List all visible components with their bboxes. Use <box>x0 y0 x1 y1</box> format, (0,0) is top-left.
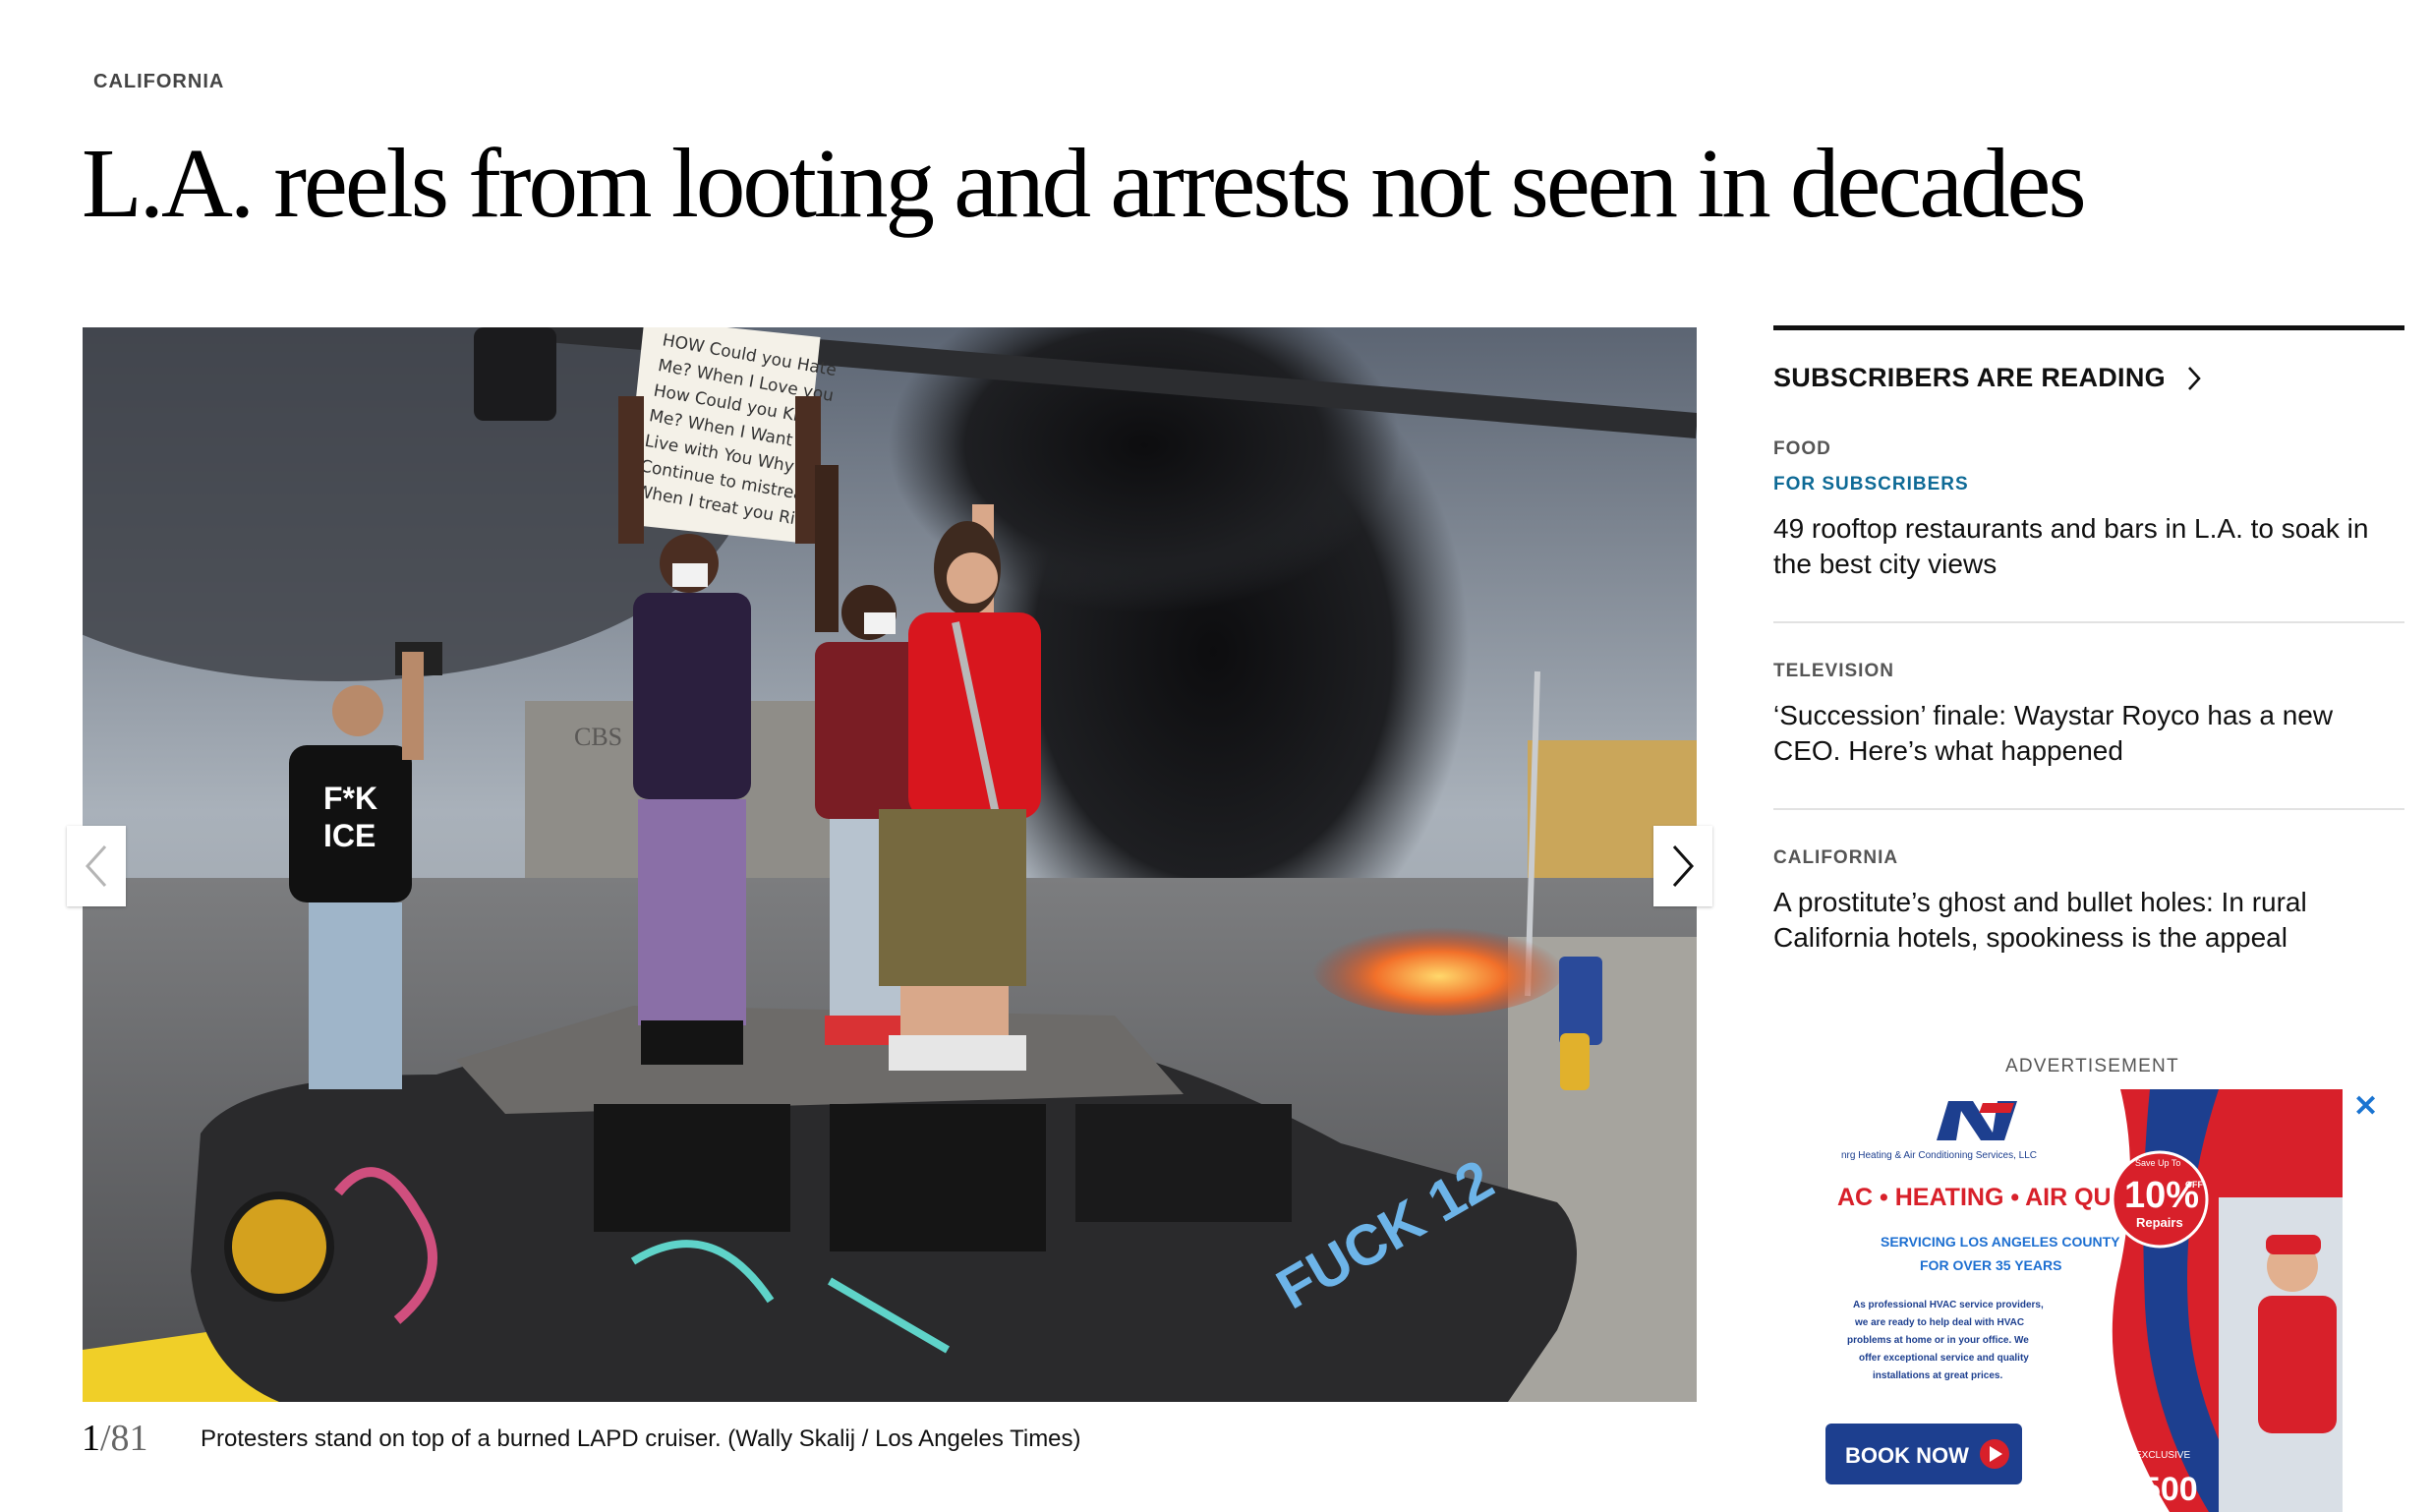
dashiki <box>633 593 751 799</box>
ad-exclusive-value: $500 <box>2123 1471 2198 1508</box>
section-label[interactable]: CALIFORNIA <box>93 71 224 93</box>
head <box>947 552 998 604</box>
advertisement-banner[interactable]: nrg Heating & Air Conditioning Services,… <box>1796 1089 2343 1512</box>
car-window-rear <box>830 1104 1046 1251</box>
gallery-next-button[interactable] <box>1653 826 1712 906</box>
story-kicker[interactable]: CALIFORNIA <box>1773 847 2404 869</box>
nrg-logo-accent <box>1979 1103 2014 1113</box>
mask <box>864 612 896 634</box>
ad-cta: BOOK NOW <box>1845 1443 1969 1468</box>
cbs-building-sign: CBS <box>574 723 622 751</box>
head <box>332 685 383 736</box>
camo-pants <box>638 799 746 1025</box>
story-title[interactable]: A prostitute’s ghost and bullet holes: I… <box>1773 885 2404 956</box>
story-item-succession[interactable]: TELEVISION ‘Succession’ finale: Waystar … <box>1773 661 2404 810</box>
story-title[interactable]: ‘Succession’ finale: Waystar Royco has a… <box>1773 698 2404 769</box>
gallery-current: 1 <box>82 1418 100 1459</box>
ad-exclusive: EXCLUSIVE <box>2135 1450 2190 1461</box>
car-fire <box>1311 917 1567 1016</box>
gallery-prev-button[interactable] <box>67 826 126 906</box>
traffic-light <box>474 327 556 421</box>
chevron-right-icon <box>2187 366 2201 390</box>
mask <box>672 563 708 587</box>
story-badge: FOR SUBSCRIBERS <box>1773 474 1969 494</box>
story-item-haunted-hotels[interactable]: CALIFORNIA A prostitute’s ghost and bull… <box>1773 847 2404 995</box>
nrg-ad-creative: nrg Heating & Air Conditioning Services,… <box>1796 1089 2343 1512</box>
dashiki <box>815 642 923 819</box>
gallery-total: /81 <box>100 1418 148 1459</box>
ad-company: nrg Heating & Air Conditioning Services,… <box>1841 1150 2037 1161</box>
ad-subhead-1: SERVICING LOS ANGELES COUNTY <box>1881 1234 2120 1250</box>
shirt-text-top: F*K <box>323 781 377 816</box>
story-title[interactable]: 49 rooftop restaurants and bars in L.A. … <box>1773 511 2404 582</box>
arm-raised <box>815 465 839 632</box>
story-item-rooftop[interactable]: FOOD FOR SUBSCRIBERS 49 rooftop restaura… <box>1773 438 2404 623</box>
car-windshield <box>1075 1104 1292 1222</box>
chevron-left-icon <box>85 844 107 888</box>
ad-subhead-2: FOR OVER 35 YEARS <box>1920 1257 2061 1273</box>
shirt-text-bottom: ICE <box>323 818 376 853</box>
story-kicker[interactable]: FOOD <box>1773 438 2404 460</box>
sidebar-title-text: SUBSCRIBERS ARE READING <box>1773 363 2166 392</box>
mailbox <box>1559 957 1602 1045</box>
ad-body-3: problems at home or in your office. We <box>1847 1335 2029 1346</box>
arm-left <box>618 396 644 544</box>
advertisement-label: ADVERTISEMENT <box>2005 1056 2179 1076</box>
jeans <box>309 902 402 1089</box>
ad-body-4: offer exceptional service and quality <box>1859 1353 2029 1364</box>
technician-cap <box>2266 1235 2321 1254</box>
article-headline: L.A. reels from looting and arrests not … <box>82 128 2087 238</box>
story-kicker[interactable]: TELEVISION <box>1773 661 2404 682</box>
close-icon[interactable]: ✕ <box>2353 1089 2378 1124</box>
technician-shirt <box>2258 1296 2337 1433</box>
gallery-counter: 1/81 <box>82 1417 148 1460</box>
photo-caption: Protesters stand on top of a burned LAPD… <box>201 1425 1081 1452</box>
khaki-shorts <box>879 809 1026 986</box>
subscribers-reading-sidebar: SUBSCRIBERS ARE READING FOOD FOR SUBSCRI… <box>1773 325 2404 995</box>
sneakers <box>889 1035 1026 1071</box>
protest-photo: CBS FUCK 12 F*K ICE HOW Could you Hate M… <box>83 327 1697 1402</box>
boots <box>641 1020 743 1065</box>
ad-badge-bottom: Repairs <box>2136 1215 2183 1230</box>
arm-raised <box>402 652 424 760</box>
car-window-front <box>594 1104 790 1232</box>
chevron-right-icon <box>1672 844 1695 888</box>
ad-badge-off: OFF <box>2185 1180 2203 1190</box>
legs <box>900 986 1009 1040</box>
car-wheel-emblem <box>224 1192 334 1302</box>
ad-body-2: we are ready to help deal with HVAC <box>1854 1317 2024 1328</box>
ad-body-5: installations at great prices. <box>1873 1370 2002 1381</box>
ad-body-1: As professional HVAC service providers, <box>1853 1300 2044 1310</box>
sidebar-top-rule <box>1773 325 2404 330</box>
gallery-photo[interactable]: CBS FUCK 12 F*K ICE HOW Could you Hate M… <box>83 327 1697 1402</box>
fire-hydrant <box>1560 1033 1590 1090</box>
subscribers-reading-link[interactable]: SUBSCRIBERS ARE READING <box>1773 363 2404 393</box>
ad-badge-top: Save Up To <box>2135 1158 2180 1168</box>
